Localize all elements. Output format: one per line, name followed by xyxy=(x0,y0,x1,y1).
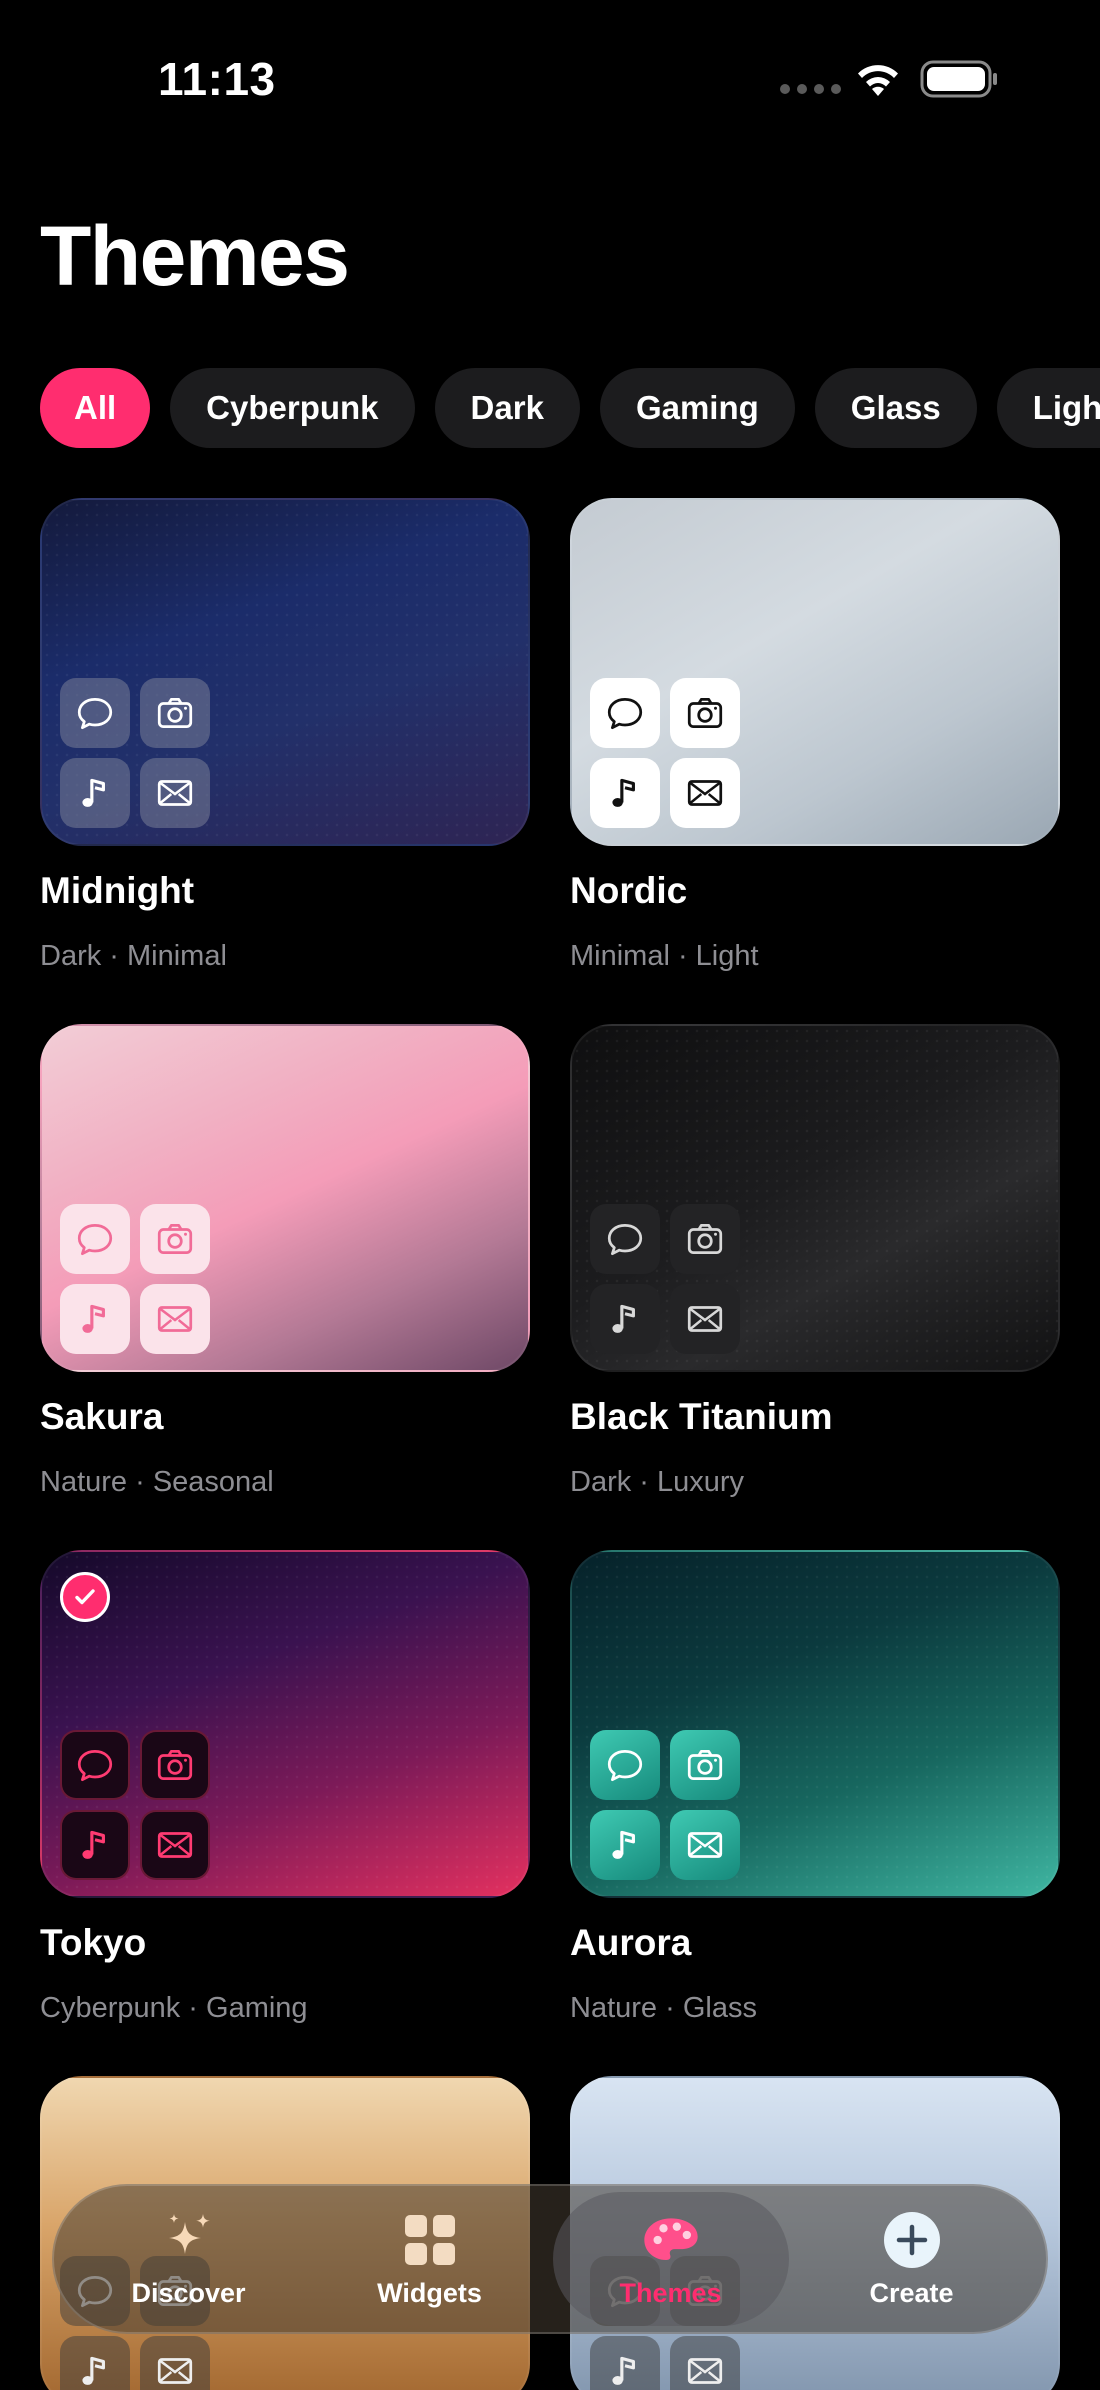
camera-icon xyxy=(670,678,740,748)
cellular-signal-icon xyxy=(780,84,841,94)
message-bubble-icon xyxy=(590,1204,660,1274)
mail-icon xyxy=(140,1810,210,1880)
theme-name: Nordic xyxy=(570,870,688,911)
filter-chip-cyberpunk[interactable]: Cyberpunk xyxy=(170,368,415,448)
tab-label: Discover xyxy=(131,2277,246,2308)
tab-label: Create xyxy=(869,2277,954,2308)
camera-icon xyxy=(140,678,210,748)
mail-icon xyxy=(140,758,210,828)
theme-card-tokyo[interactable]: Tokyo Cyberpunk · Gaming xyxy=(40,1550,530,2025)
music-note-icon xyxy=(590,2336,660,2390)
message-bubble-icon xyxy=(590,1730,660,1800)
theme-preview[interactable] xyxy=(40,1024,530,1372)
mail-icon xyxy=(670,1810,740,1880)
filter-chip-all[interactable]: All xyxy=(40,368,151,448)
message-bubble-icon xyxy=(60,1204,130,1274)
tab-create[interactable]: Create xyxy=(794,2192,1030,2326)
filter-chip-glass[interactable]: Glass xyxy=(814,368,977,448)
selected-checkmark-icon xyxy=(60,1572,110,1622)
mail-icon xyxy=(670,758,740,828)
plus-circle-icon xyxy=(882,2210,942,2270)
theme-tags: Nature · Seasonal xyxy=(40,1466,274,1498)
tab-label: Widgets xyxy=(377,2277,482,2308)
music-note-icon xyxy=(60,2336,130,2390)
status-bar: 11:13 xyxy=(0,0,1100,160)
status-time: 11:13 xyxy=(158,53,276,105)
theme-card-sakura[interactable]: Sakura Nature · Seasonal xyxy=(40,1024,530,1499)
music-note-icon xyxy=(590,758,660,828)
theme-preview[interactable] xyxy=(570,1550,1060,1898)
theme-preview[interactable] xyxy=(40,498,530,846)
theme-tags: Minimal · Light xyxy=(570,940,759,972)
page-title: Themes xyxy=(40,209,350,303)
filter-chip-gaming[interactable]: Gaming xyxy=(599,368,795,448)
theme-card-black-titanium[interactable]: Black Titanium Dark · Luxury xyxy=(570,1024,1060,1499)
sparkles-icon xyxy=(159,2210,219,2270)
tab-widgets[interactable]: Widgets xyxy=(312,2192,548,2326)
camera-icon xyxy=(140,1730,210,1800)
filter-chip-light[interactable]: Light xyxy=(996,368,1100,448)
message-bubble-icon xyxy=(60,678,130,748)
music-note-icon xyxy=(590,1810,660,1880)
music-note-icon xyxy=(590,1284,660,1354)
theme-tags: Dark · Minimal xyxy=(40,940,227,972)
theme-tags: Nature · Glass xyxy=(570,1992,757,2024)
message-bubble-icon xyxy=(60,1730,130,1800)
palette-icon xyxy=(641,2210,701,2270)
mail-icon xyxy=(670,1284,740,1354)
theme-tags: Dark · Luxury xyxy=(570,1466,745,1498)
widgets-grid-icon xyxy=(400,2210,460,2270)
tab-discover[interactable]: Discover xyxy=(71,2192,307,2326)
theme-card-aurora[interactable]: Aurora Nature · Glass xyxy=(570,1550,1060,2025)
filter-chips: All Cyberpunk Dark Gaming Glass Light xyxy=(40,368,1100,448)
filter-chip-dark[interactable]: Dark xyxy=(434,368,580,448)
message-bubble-icon xyxy=(590,678,660,748)
theme-card-nordic[interactable]: Nordic Minimal · Light xyxy=(570,498,1060,973)
theme-preview[interactable] xyxy=(570,1024,1060,1372)
music-note-icon xyxy=(60,758,130,828)
theme-name: Sakura xyxy=(40,1396,164,1437)
theme-card-midnight[interactable]: Midnight Dark · Minimal xyxy=(40,498,530,973)
wifi-icon xyxy=(858,65,898,96)
tab-label: Themes xyxy=(619,2277,722,2308)
theme-name: Aurora xyxy=(570,1922,692,1963)
tab-bar: Discover Widgets Themes Create xyxy=(52,2184,1048,2334)
mail-icon xyxy=(140,1284,210,1354)
music-note-icon xyxy=(60,1284,130,1354)
music-note-icon xyxy=(60,1810,130,1880)
tab-themes[interactable]: Themes xyxy=(552,2192,789,2326)
camera-icon xyxy=(140,1204,210,1274)
theme-preview[interactable] xyxy=(570,498,1060,846)
mail-icon xyxy=(670,2336,740,2390)
theme-tags: Cyberpunk · Gaming xyxy=(40,1992,308,2024)
battery-icon xyxy=(920,60,997,98)
mail-icon xyxy=(140,2336,210,2390)
theme-name: Midnight xyxy=(40,870,195,911)
camera-icon xyxy=(670,1204,740,1274)
theme-name: Tokyo xyxy=(40,1922,147,1963)
theme-name: Black Titanium xyxy=(570,1396,833,1437)
theme-preview[interactable] xyxy=(40,1550,530,1898)
camera-icon xyxy=(670,1730,740,1800)
